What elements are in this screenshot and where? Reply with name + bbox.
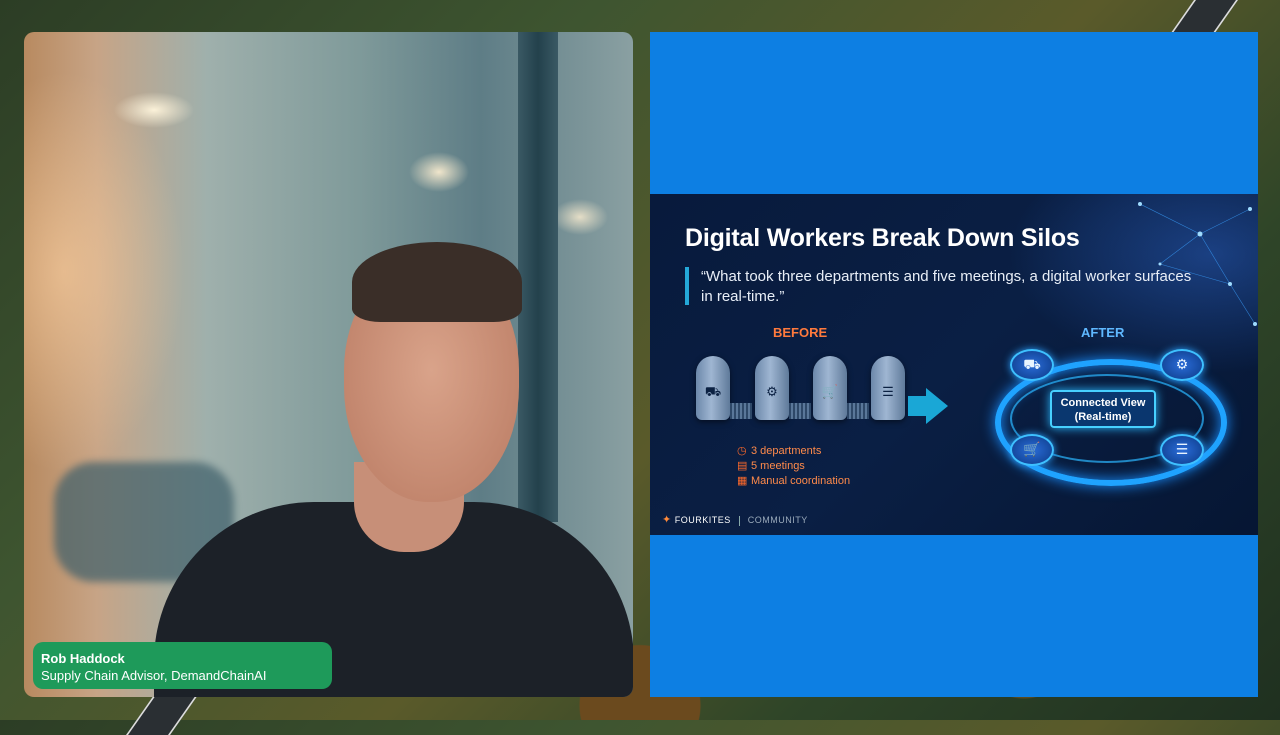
quote-bar xyxy=(685,267,689,305)
logo-community: COMMUNITY xyxy=(747,515,808,525)
slide-title: Digital Workers Break Down Silos xyxy=(685,224,1080,252)
before-label: BEFORE xyxy=(773,325,828,340)
cart-icon: 🛒 xyxy=(821,384,839,399)
presentation-slide: Digital Workers Break Down Silos “What t… xyxy=(650,194,1258,535)
document-icon: ▦ xyxy=(737,475,748,487)
speaker-hair xyxy=(352,242,522,322)
network-decoration xyxy=(1138,202,1257,326)
node-cart: 🛒 xyxy=(1010,434,1054,466)
coins-icon: ☰ xyxy=(882,384,894,399)
speaker-title: Supply Chain Advisor, DemandChainAI xyxy=(41,668,267,683)
silo-wall xyxy=(847,403,869,419)
cart-icon: 🛒 xyxy=(1023,441,1041,457)
after-label: AFTER xyxy=(1081,325,1125,340)
silo-coins: ☰ xyxy=(871,356,905,420)
connected-view-box: Connected View (Real-time) xyxy=(1050,390,1156,428)
coins-icon: ☰ xyxy=(1175,441,1189,457)
truck-icon: ⛟ xyxy=(1023,356,1041,372)
silo-wall xyxy=(730,403,752,419)
speaker-name: Rob Haddock xyxy=(41,651,125,666)
speaker-nametag: Rob Haddock Supply Chain Advisor, Demand… xyxy=(33,642,332,689)
logo-separator xyxy=(738,515,740,526)
slide-quote: “What took three departments and five me… xyxy=(701,268,1192,305)
road-bottom-left xyxy=(125,695,199,735)
truck-icon: ⛟ xyxy=(704,384,722,399)
silo-gears: ⚙ xyxy=(755,356,789,420)
transition-arrow-icon xyxy=(926,388,948,424)
silo-wall xyxy=(789,403,811,419)
bullet-meetings: ▤ 5 meetings xyxy=(737,459,850,474)
bullet-text: 3 departments xyxy=(751,445,822,457)
connected-view-subtitle: (Real-time) xyxy=(1074,411,1132,423)
bullet-text: Manual coordination xyxy=(751,475,851,487)
fourkites-star-icon: ✦ xyxy=(662,514,672,526)
transition-arrow-body xyxy=(908,396,928,416)
clock-icon: ◷ xyxy=(737,445,747,457)
node-truck: ⛟ xyxy=(1010,349,1054,381)
bullet-coordination: ▦ Manual coordination xyxy=(737,474,850,489)
bullet-text: 5 meetings xyxy=(751,460,805,472)
silo-cart: 🛒 xyxy=(813,356,847,420)
node-coins: ☰ xyxy=(1160,434,1204,466)
gears-icon: ⚙ xyxy=(1175,356,1189,372)
bullet-departments: ◷ 3 departments xyxy=(737,444,850,459)
silo-truck: ⛟ xyxy=(696,356,730,420)
logo-brand: FOURKITES xyxy=(674,515,731,525)
before-bullets: ◷ 3 departments ▤ 5 meetings ▦ Manual coord… xyxy=(737,444,850,489)
calendar-icon: ▤ xyxy=(737,460,748,472)
speaker-figure xyxy=(154,242,633,697)
connected-view-title: Connected View xyxy=(1060,397,1146,409)
fourkites-logo: ✦ FOURKITES COMMUNITY xyxy=(662,513,808,526)
gears-icon: ⚙ xyxy=(766,384,778,399)
node-gears: ⚙ xyxy=(1160,349,1204,381)
speaker-video xyxy=(24,32,633,697)
